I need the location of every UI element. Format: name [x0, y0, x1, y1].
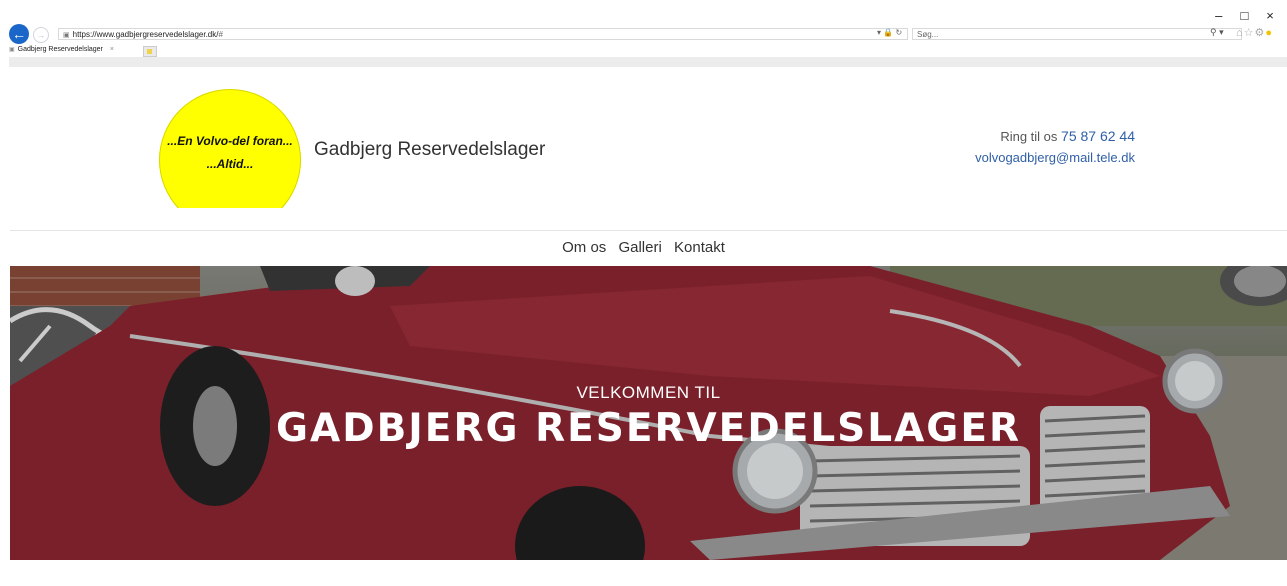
- close-window-button[interactable]: ×: [1259, 8, 1281, 23]
- dropdown-icon[interactable]: ▾: [877, 28, 881, 37]
- phone-line: Ring til os 75 87 62 44: [1000, 128, 1135, 144]
- tab-close-icon[interactable]: ×: [110, 46, 114, 53]
- browser-strip: [9, 57, 1287, 67]
- logo-text-line2: ...Altid...: [206, 157, 254, 171]
- tab-title: Gadbjerg Reservedelslager: [17, 46, 103, 53]
- tab-active[interactable]: ▣ Gadbjerg Reservedelslager ×: [9, 46, 114, 53]
- back-arrow-icon[interactable]: ←: [9, 24, 29, 44]
- phone-prefix: Ring til os: [1000, 129, 1058, 144]
- new-tab-button[interactable]: [143, 46, 157, 57]
- star-icon[interactable]: ☆: [1244, 27, 1255, 39]
- refresh-icon[interactable]: ↻: [895, 28, 902, 37]
- home-icon[interactable]: ⌂: [1236, 27, 1244, 39]
- address-tools: ▾ 🔒 ↻: [877, 28, 902, 37]
- search-icon[interactable]: ⚲: [1210, 27, 1217, 37]
- main-nav: Om os Galleri Kontakt: [0, 239, 1287, 256]
- forward-arrow-icon[interactable]: →: [33, 27, 49, 43]
- email-link[interactable]: volvogadbjerg@mail.tele.dk: [975, 150, 1135, 165]
- site-icon: ▣: [63, 32, 70, 39]
- toolbar-icons: ⌂☆⚙●: [1236, 26, 1273, 39]
- header-divider: [10, 230, 1287, 231]
- search-tools: ⚲ ▾: [1210, 27, 1224, 38]
- browser-navbar: ← → ▣ https://www.gadbjergreservedelslage…: [0, 24, 1287, 46]
- tab-favicon-icon: ▣: [9, 47, 15, 53]
- lock-icon[interactable]: 🔒: [883, 28, 893, 37]
- minimize-button[interactable]: –: [1208, 8, 1230, 23]
- tab-bar: ▣ Gadbjerg Reservedelslager ×: [0, 44, 1287, 58]
- phone-number-link[interactable]: 75 87 62 44: [1061, 128, 1135, 144]
- smiley-icon[interactable]: ●: [1265, 27, 1273, 39]
- site-name[interactable]: Gadbjerg Reservedelslager: [314, 139, 545, 161]
- maximize-button[interactable]: □: [1233, 8, 1255, 23]
- logo-circle: [159, 89, 301, 208]
- logo-text-line1: ...En Volvo-del foran...: [167, 134, 293, 148]
- url-host: https://www.gadbjergreservedelslager.dk/: [72, 30, 219, 39]
- address-bar[interactable]: ▣ https://www.gadbjergreservedelslager.dk…: [58, 28, 908, 40]
- hero-banner: VELKOMMEN TIL GADBJERG RESERVEDELSLAGER: [10, 266, 1287, 560]
- hero-title: GADBJERG RESERVEDELSLAGER: [276, 406, 1021, 451]
- gear-icon[interactable]: ⚙: [1255, 27, 1266, 39]
- search-dropdown-icon[interactable]: ▾: [1219, 27, 1224, 37]
- search-input[interactable]: Søg...: [912, 28, 1242, 40]
- window-controls: – □ ×: [1208, 8, 1281, 23]
- nav-item-kontakt[interactable]: Kontakt: [674, 239, 725, 256]
- site-logo[interactable]: ...En Volvo-del foran... ...Altid...: [159, 89, 301, 208]
- url-path: #: [218, 30, 223, 39]
- nav-item-galleri[interactable]: Galleri: [618, 239, 661, 256]
- nav-item-om-os[interactable]: Om os: [562, 239, 606, 256]
- hero-subtitle: VELKOMMEN TIL: [576, 383, 721, 402]
